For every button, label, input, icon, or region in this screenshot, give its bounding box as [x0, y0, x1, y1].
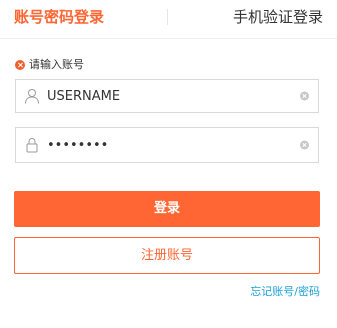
login-tabs: 账号密码登录 手机验证登录	[0, 0, 337, 39]
error-message: 请输入账号	[15, 58, 84, 72]
username-input[interactable]	[47, 80, 297, 112]
tab-account-login[interactable]: 账号密码登录	[14, 7, 104, 27]
tab-phone-login[interactable]: 手机验证登录	[233, 7, 323, 27]
password-input[interactable]	[47, 128, 297, 162]
login-button[interactable]: 登录	[14, 191, 320, 227]
username-field	[15, 79, 319, 113]
tab-divider	[167, 9, 168, 25]
login-panel: 账号密码登录 手机验证登录 请输入账号 登录 注册账号 忘记账号/密码	[0, 0, 337, 328]
register-button[interactable]: 注册账号	[14, 237, 320, 274]
error-icon	[15, 60, 25, 70]
user-icon	[24, 88, 40, 104]
clear-icon[interactable]	[300, 91, 309, 101]
lock-icon	[24, 137, 40, 153]
clear-icon[interactable]	[300, 140, 309, 150]
password-field	[15, 127, 319, 163]
error-text: 请输入账号	[29, 58, 84, 71]
forgot-password-link[interactable]: 忘记账号/密码	[250, 285, 320, 299]
